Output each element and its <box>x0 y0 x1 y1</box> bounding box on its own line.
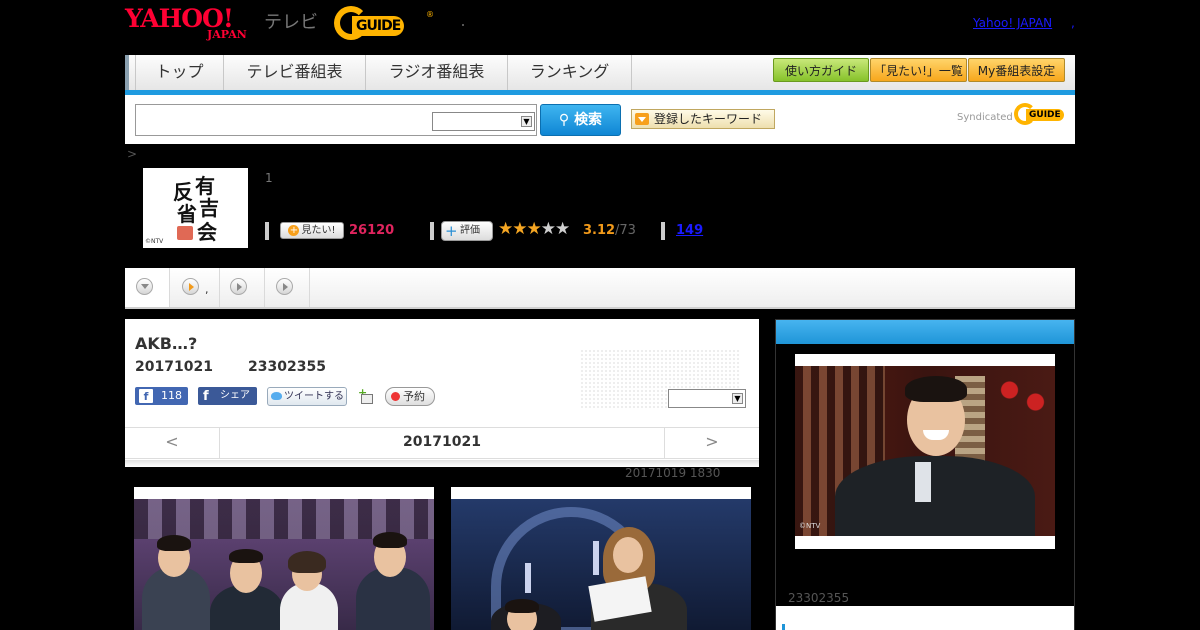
gguide-logo[interactable]: GUIDE ® <box>334 6 434 42</box>
feature-photo-copyright: ©NTV <box>799 522 821 530</box>
episode-photo-2[interactable] <box>451 487 751 630</box>
separator <box>661 222 665 240</box>
mitai-list-button[interactable]: 「見たい!」一覧 <box>870 58 967 82</box>
facebook-share-button[interactable]: f シェア <box>198 387 257 405</box>
rate-label: 評価 <box>460 225 480 236</box>
episode-photo-1[interactable] <box>134 487 434 630</box>
search-button[interactable]: ⚲ 検索 <box>540 104 621 136</box>
registered-keyword-label: 登録したキーワード <box>654 112 763 126</box>
dropdown-arrow-icon <box>635 113 649 125</box>
play-icon <box>230 278 247 295</box>
calligraphy-char: 会 <box>197 220 217 244</box>
right-panel-header <box>776 320 1074 344</box>
tweet-button[interactable]: ツイートする <box>267 387 347 406</box>
registered-keyword-button[interactable]: 登録したキーワード <box>631 109 775 129</box>
twitter-bird-icon <box>271 392 282 400</box>
record-dot-icon <box>391 392 400 401</box>
tweet-label: ツイートする <box>284 391 344 402</box>
episode-date-nav: < 20171021 > <box>125 427 759 459</box>
syndicated-logo-text: GUIDE <box>1026 109 1064 121</box>
tab-item-3[interactable] <box>265 268 310 307</box>
syndicated-label: Syndicated <box>957 112 1013 123</box>
reserve-button[interactable]: 予約 <box>385 387 435 406</box>
breadcrumb[interactable]: > <box>127 147 137 161</box>
plus-icon: + <box>288 225 300 236</box>
chevron-down-icon <box>136 278 153 295</box>
current-episode-date: 20171021 <box>403 434 481 450</box>
add-calendar-icon[interactable]: + <box>358 387 374 404</box>
next-episode-button[interactable]: > <box>664 428 759 458</box>
usage-guide-button[interactable]: 使い方ガイド <box>773 58 869 82</box>
tv-label[interactable]: テレビ <box>264 8 318 34</box>
reserve-label: 予約 <box>403 390 425 403</box>
facebook-like-count: 118 <box>161 389 182 402</box>
separator <box>265 222 269 240</box>
nav-tab-top[interactable]: トップ <box>135 55 224 90</box>
program-tab-bar: , <box>125 268 1075 309</box>
plus-icon: + <box>445 222 458 240</box>
facebook-icon: f <box>139 389 153 403</box>
nav-tab-radio-schedule[interactable]: ラジオ番組表 <box>366 55 508 90</box>
star-icon-empty: ★★ <box>540 219 571 239</box>
rate-button[interactable]: + 評価 <box>441 221 493 241</box>
facebook-like-button[interactable]: f 118 <box>135 387 188 405</box>
chevron-down-icon: ▼ <box>732 393 743 404</box>
tab-episodes[interactable] <box>125 268 170 307</box>
prev-episode-button[interactable]: < <box>125 428 220 458</box>
episode-panel: AKB…? 20171021 23302355 f 118 f シェア ツイートする… <box>125 319 759 466</box>
mitai-button[interactable]: + 見たい! <box>280 222 344 239</box>
mitai-label: 見たい! <box>301 225 336 236</box>
syndicated-gguide-logo: GUIDE <box>1014 103 1070 125</box>
facebook-icon: f <box>203 389 209 404</box>
yahoo-japan-logo[interactable]: YAHOO! JAPAN <box>125 6 263 42</box>
gguide-registered-mark: ® <box>426 10 434 19</box>
star-rating: ★★★★★ <box>498 219 571 239</box>
yahoo-japan-link[interactable]: Yahoo! JAPAN <box>973 16 1052 30</box>
nav-tab-tv-schedule[interactable]: テレビ番組表 <box>224 55 366 90</box>
my-schedule-settings-button[interactable]: My番組表設定 <box>968 58 1065 82</box>
mitai-count: 26120 <box>349 223 395 238</box>
right-feature-panel: ©NTV 23302355 <box>775 319 1075 630</box>
program-thumbnail[interactable]: 有 吉 反 省 会 ©NTV <box>143 168 248 248</box>
episode-title: AKB…? <box>135 334 198 353</box>
thumbnail-copyright: ©NTV <box>145 238 164 245</box>
search-bar: ▼ ⚲ 検索 登録したキーワード Syndicated GUIDE <box>125 95 1075 144</box>
episode-date: 20171021 <box>135 359 213 375</box>
feature-photo[interactable]: ©NTV <box>795 354 1055 549</box>
tab-item-2[interactable] <box>220 268 265 307</box>
calligraphy-char: 省 <box>177 202 197 226</box>
program-number: 1 <box>265 171 273 185</box>
seal-stamp <box>177 226 193 240</box>
facebook-share-label: シェア <box>220 390 250 401</box>
search-icon: ⚲ <box>558 112 575 128</box>
page: YAHOO! JAPAN テレビ GUIDE ® Yahoo! JAPAN , … <box>0 0 1200 630</box>
tab-dot: , <box>205 283 209 296</box>
nav-tab-ranking[interactable]: ランキング <box>508 55 632 90</box>
separator <box>430 222 434 240</box>
gguide-logo-text: GUIDE <box>352 16 405 36</box>
accent-bar <box>782 624 785 630</box>
global-nav: トップ テレビ番組表 ラジオ番組表 ランキング 使い方ガイド 「見たい!」一覧 … <box>125 55 1075 90</box>
play-icon <box>182 278 199 295</box>
search-category-select[interactable]: ▼ <box>432 112 535 131</box>
header-trailing-dot: , <box>1071 16 1075 30</box>
header-dot <box>462 24 464 26</box>
rating-value: 3.12 <box>583 223 616 238</box>
search-button-label: 検索 <box>574 112 603 128</box>
star-icon-filled: ★★★ <box>498 219 542 239</box>
chevron-down-icon: ▼ <box>521 116 532 127</box>
right-panel-footer <box>776 606 1074 630</box>
episode-time: 23302355 <box>248 359 326 375</box>
yahoo-logo-japan: JAPAN <box>207 28 247 41</box>
rating-total: /73 <box>615 223 636 238</box>
play-icon <box>276 278 293 295</box>
episode-select[interactable]: ▼ <box>668 389 746 408</box>
review-count-link[interactable]: 149 <box>676 223 703 238</box>
feature-id-text: 23302355 <box>788 591 850 605</box>
previous-airing: 20171019 1830 <box>625 466 721 480</box>
tab-item-1[interactable]: , <box>170 268 220 307</box>
